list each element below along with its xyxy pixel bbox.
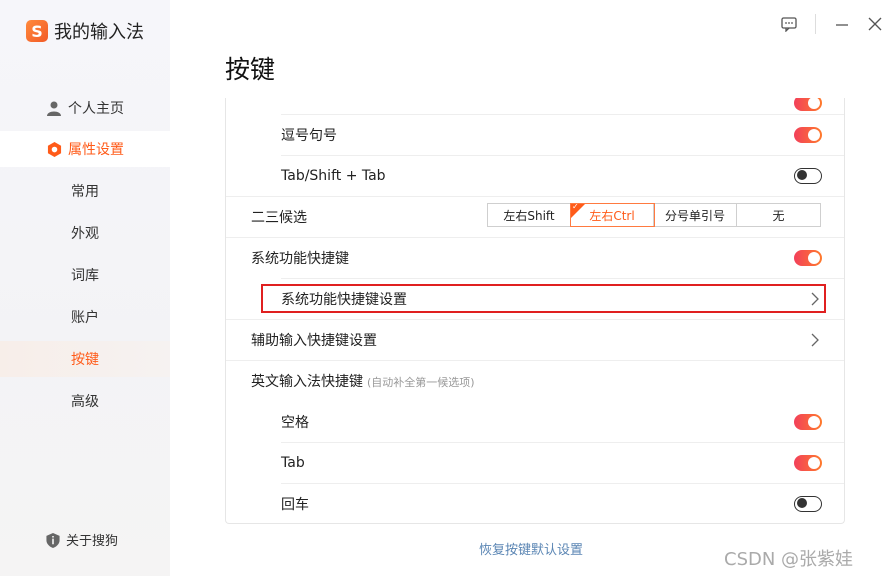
close-icon[interactable] [865, 14, 885, 34]
tab-toggle[interactable] [794, 454, 822, 471]
settings-panel[interactable]: 逗号句号 Tab/Shift + Tab 二三候选 左右Shift ✓ 左右Ct… [225, 98, 845, 524]
hexagon-settings-icon [46, 141, 62, 157]
sidebar-item-settings[interactable]: 属性设置 [0, 131, 170, 167]
sidebar-item-account[interactable]: 账户 [0, 299, 170, 335]
sidebar-item-label: 账户 [71, 310, 99, 326]
sidebar-item-advanced[interactable]: 高级 [0, 383, 170, 419]
sidebar-item-label: 词库 [71, 268, 99, 284]
minimize-icon[interactable] [832, 14, 852, 34]
option-semicolon-quote[interactable]: 分号单引号 [654, 204, 737, 226]
shield-info-icon [46, 532, 60, 548]
sidebar-item-label: 按键 [71, 352, 99, 368]
feedback-icon[interactable] [779, 14, 799, 34]
red-highlight-box [261, 284, 826, 313]
english-hotkey-hint: (自动补全第一候选项) [367, 375, 475, 389]
tab-shift-tab-toggle[interactable] [794, 167, 822, 184]
check-icon: ✓ [572, 202, 579, 211]
sidebar-item-keys[interactable]: 按键 [0, 341, 170, 377]
setting-label: 空格 [281, 414, 309, 431]
person-icon [46, 100, 62, 116]
sidebar-item-profile[interactable]: 个人主页 [0, 90, 170, 126]
space-toggle[interactable] [794, 413, 822, 430]
setting-label: 二三候选 [251, 209, 307, 226]
setting-row-space: 空格 [226, 401, 844, 442]
setting-row-tab: Tab [226, 442, 844, 483]
second-third-segmented: 左右Shift ✓ 左右Ctrl 分号单引号 无 [487, 202, 821, 227]
partial-row-toggle[interactable] [794, 98, 822, 111]
chevron-right-icon [811, 333, 819, 346]
setting-label: 英文输入法快捷键 (自动补全第一候选项) [251, 371, 475, 391]
setting-label: Tab/Shift + Tab [281, 167, 386, 184]
sidebar-item-common[interactable]: 常用 [0, 173, 170, 209]
setting-label: 回车 [281, 496, 309, 513]
sidebar-item-label: 个人主页 [68, 101, 124, 117]
setting-label: 辅助输入快捷键设置 [251, 332, 377, 349]
sidebar-item-label: 属性设置 [68, 142, 124, 158]
setting-row-english-hotkey: 英文输入法快捷键 (自动补全第一候选项) [226, 360, 844, 401]
setting-label: Tab [281, 454, 305, 471]
app-title: 我的输入法 [54, 22, 144, 43]
setting-row-tab-shift-tab: Tab/Shift + Tab [226, 155, 844, 196]
comma-period-toggle[interactable] [794, 126, 822, 143]
sidebar-item-label: 外观 [71, 226, 99, 242]
setting-row-aux-input-settings[interactable]: 辅助输入快捷键设置 [226, 319, 844, 360]
setting-row-second-third: 二三候选 左右Shift ✓ 左右Ctrl 分号单引号 无 [226, 196, 844, 237]
sidebar-item-label: 高级 [71, 394, 99, 410]
page-title: 按键 [225, 55, 276, 84]
english-hotkey-label: 英文输入法快捷键 [251, 373, 363, 390]
sidebar-item-label: 常用 [71, 184, 99, 200]
setting-label: 逗号句号 [281, 127, 337, 144]
setting-row-comma-period: 逗号句号 [226, 114, 844, 155]
option-none[interactable]: 无 [737, 204, 820, 226]
watermark: CSDN @张紫娃 [724, 549, 854, 570]
about-label: 关于搜狗 [66, 534, 119, 549]
setting-row-enter: 回车 [226, 483, 844, 523]
restore-defaults-link[interactable]: 恢复按键默认设置 [479, 539, 583, 558]
app-header: S 我的输入法 [26, 18, 144, 44]
app-logo: S [26, 20, 48, 42]
option-left-right-ctrl[interactable]: ✓ 左右Ctrl [570, 202, 655, 227]
system-hotkeys-toggle[interactable] [794, 249, 822, 266]
enter-toggle[interactable] [794, 495, 822, 512]
setting-label: 系统功能快捷键 [251, 250, 349, 267]
about-link[interactable]: 关于搜狗 [46, 530, 118, 549]
option-left-right-shift[interactable]: 左右Shift [488, 204, 571, 226]
window-control-divider [815, 14, 816, 34]
sidebar-item-lexicon[interactable]: 词库 [0, 257, 170, 293]
sidebar: S 我的输入法 个人主页 属性设置 常用 外观 词库 账户 按键 高级 关于搜狗 [0, 0, 170, 576]
setting-row-system-hotkeys: 系统功能快捷键 [226, 237, 844, 278]
option-label: 左右Ctrl [589, 208, 635, 223]
sidebar-item-appearance[interactable]: 外观 [0, 215, 170, 251]
